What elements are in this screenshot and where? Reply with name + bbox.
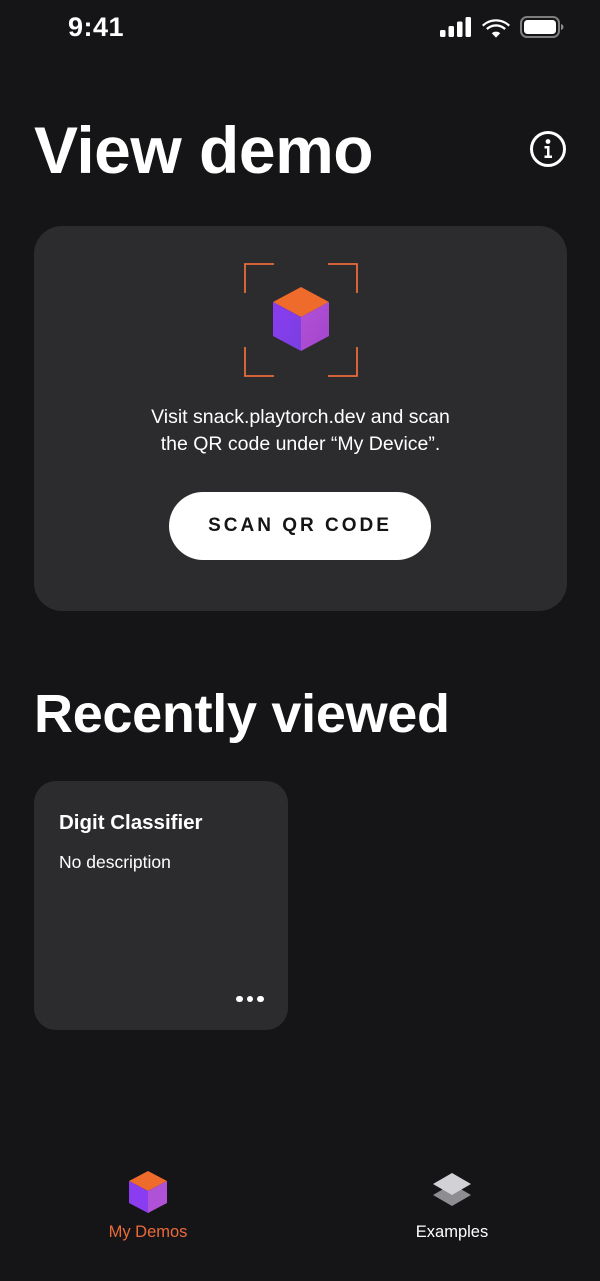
scan-instructions-line-1: Visit snack.playtorch.dev and scan [151,406,450,428]
recently-viewed-title: Recently viewed [34,684,450,744]
demo-card-description: No description [59,852,171,872]
tab-examples-label: Examples [415,1223,489,1241]
demo-card-title: Digit Classifier [59,811,203,834]
wifi-icon [482,18,510,38]
status-bar: 9:41 [0,0,600,56]
tab-examples[interactable]: Examples [352,1170,552,1250]
tab-my-demos[interactable]: My Demos [48,1170,248,1250]
qr-scan-frame [244,263,358,377]
layers-icon [433,1173,471,1206]
more-options-button[interactable] [232,987,268,1011]
cube-logo-icon [273,287,329,351]
status-time: 9:41 [68,12,125,42]
scan-instructions: Visit snack.playtorch.dev and scan the Q… [34,404,567,458]
cellular-signal-icon [440,17,471,37]
more-horizontal-icon [236,995,264,1003]
tab-my-demos-label: My Demos [108,1223,188,1241]
scan-instructions-line-2: the QR code under “My Device”. [160,433,441,455]
battery-icon [520,16,564,38]
cube-logo-icon [129,1171,167,1213]
tab-bar: My Demos Examples [0,1150,600,1281]
status-icons [440,16,564,38]
recent-demo-card[interactable]: Digit Classifier No description [34,781,288,1030]
page-title: View demo [34,113,374,187]
scan-qr-card: Visit snack.playtorch.dev and scan the Q… [34,226,567,611]
info-icon [530,131,566,167]
scan-qr-code-button[interactable]: SCAN QR CODE [169,492,431,560]
info-button[interactable] [528,129,568,169]
